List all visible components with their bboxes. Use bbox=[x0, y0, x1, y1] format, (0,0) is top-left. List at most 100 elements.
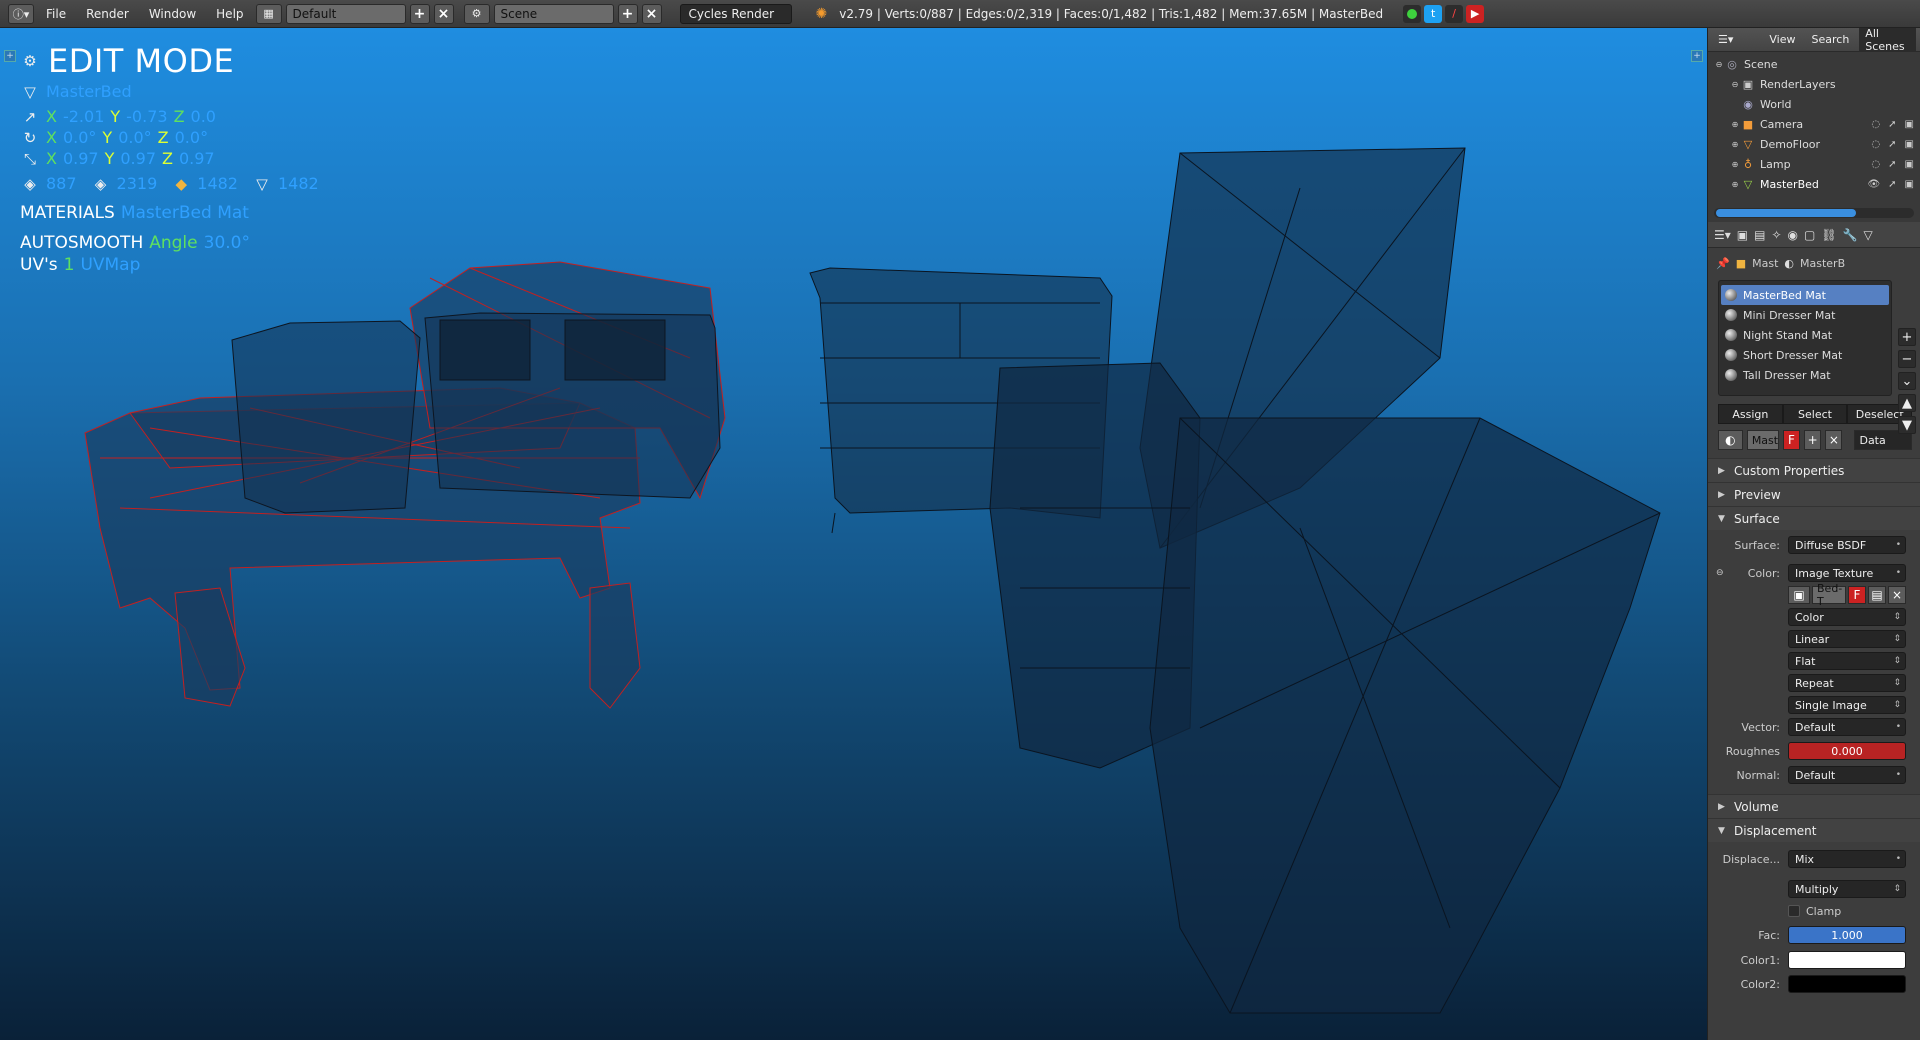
list-item[interactable]: Night Stand Mat bbox=[1721, 325, 1889, 345]
scene-selector-icon[interactable]: ⚙ bbox=[463, 3, 490, 24]
add-layout-icon[interactable]: + bbox=[409, 3, 430, 24]
outliner-scrollbar[interactable] bbox=[1714, 208, 1914, 218]
vector-select[interactable]: Default • bbox=[1788, 718, 1906, 736]
outliner-item-masterbed[interactable]: ⊕ ▽ MasterBed 👁 ➚ ▣ bbox=[1708, 174, 1920, 194]
modifiers-tab-icon[interactable]: 🔧 bbox=[1843, 228, 1858, 242]
custom-properties-panel[interactable]: ▶ Custom Properties bbox=[1708, 458, 1920, 482]
colorspace-select[interactable]: Color ⇕ bbox=[1788, 608, 1906, 626]
visibility-icon[interactable]: 👁 bbox=[1867, 179, 1880, 190]
object-tab-icon[interactable]: ▢ bbox=[1804, 228, 1815, 242]
menu-file[interactable]: File bbox=[38, 7, 74, 21]
select-icon[interactable]: ➚ bbox=[1888, 139, 1896, 150]
outliner-search-menu[interactable]: Search bbox=[1806, 33, 1856, 46]
move-down-icon[interactable]: ▼ bbox=[1898, 416, 1916, 434]
remove-scene-icon[interactable]: × bbox=[641, 3, 662, 24]
lamp-icon: ♁ bbox=[1743, 157, 1753, 171]
remove-slot-icon[interactable]: − bbox=[1898, 350, 1916, 368]
move-up-icon[interactable]: ▲ bbox=[1898, 394, 1916, 412]
select-button[interactable]: Select bbox=[1782, 404, 1848, 424]
material-slot-list[interactable]: MasterBed Mat Mini Dresser Mat Night Sta… bbox=[1718, 280, 1892, 396]
unlink-material-icon[interactable]: × bbox=[1825, 430, 1843, 450]
scene-tab-icon[interactable]: ✧ bbox=[1771, 228, 1781, 242]
image-fake-user-toggle[interactable]: F bbox=[1848, 586, 1866, 604]
color2-swatch[interactable] bbox=[1788, 975, 1906, 993]
surface-panel[interactable]: ▼ Surface bbox=[1708, 506, 1920, 530]
layout-icon[interactable]: ▦ bbox=[255, 3, 282, 24]
list-item[interactable]: Tall Dresser Mat bbox=[1721, 365, 1889, 385]
render-engine-select[interactable]: Cycles Render bbox=[679, 3, 792, 24]
select-icon[interactable]: ➚ bbox=[1888, 119, 1896, 130]
fake-user-toggle[interactable]: F bbox=[1782, 430, 1801, 450]
viewport-corner-widget[interactable]: + bbox=[4, 50, 16, 62]
extension-select[interactable]: Repeat ⇕ bbox=[1788, 674, 1906, 692]
outliner-item-demofloor[interactable]: ⊕ ▽ DemoFloor ◌ ➚ ▣ bbox=[1708, 134, 1920, 154]
editor-type-icon[interactable]: ⓘ▾ bbox=[8, 3, 34, 24]
render-icon[interactable]: ▣ bbox=[1905, 139, 1914, 150]
material-name-field[interactable]: Mast bbox=[1746, 430, 1779, 450]
surface-shader-select[interactable]: Diffuse BSDF • bbox=[1788, 536, 1906, 554]
outliner-editor-icon[interactable]: ☰▾ bbox=[1712, 33, 1739, 46]
displacement-panel[interactable]: ▼ Displacement bbox=[1708, 818, 1920, 842]
projection-select[interactable]: Flat ⇕ bbox=[1788, 652, 1906, 670]
render-icon[interactable]: ▣ bbox=[1905, 179, 1914, 190]
unlink-image-icon[interactable]: × bbox=[1888, 586, 1906, 604]
outliner-item-scene[interactable]: ⊖ ◎ Scene bbox=[1708, 54, 1920, 74]
outliner-item-world[interactable]: ◉ World bbox=[1708, 94, 1920, 114]
layout-field[interactable]: Default bbox=[285, 3, 406, 24]
browse-material-icon[interactable]: ◐ bbox=[1718, 430, 1743, 450]
pen-icon[interactable]: / bbox=[1445, 4, 1464, 23]
add-slot-icon[interactable]: + bbox=[1898, 328, 1916, 346]
list-item[interactable]: MasterBed Mat bbox=[1721, 285, 1889, 305]
image-name-field[interactable]: Bed-T bbox=[1812, 582, 1846, 608]
source-select[interactable]: Single Image ⇕ bbox=[1788, 696, 1906, 714]
menu-render[interactable]: Render bbox=[78, 7, 137, 21]
preview-panel[interactable]: ▶ Preview bbox=[1708, 482, 1920, 506]
select-icon[interactable]: ➚ bbox=[1888, 159, 1896, 170]
normal-select[interactable]: Default • bbox=[1788, 766, 1906, 784]
fac-slider[interactable]: 1.000 bbox=[1788, 926, 1906, 944]
displacement-select[interactable]: Mix • bbox=[1788, 850, 1906, 868]
pin-icon[interactable]: 📌 bbox=[1716, 257, 1730, 270]
socket-expand-icon[interactable]: ⊖ bbox=[1716, 568, 1724, 578]
interpolation-select[interactable]: Linear ⇕ bbox=[1788, 630, 1906, 648]
outliner-item-lamp[interactable]: ⊕ ♁ Lamp ◌ ➚ ▣ bbox=[1708, 154, 1920, 174]
assign-button[interactable]: Assign bbox=[1718, 404, 1783, 424]
clamp-checkbox[interactable] bbox=[1788, 905, 1800, 917]
3d-viewport[interactable]: + + ⚙ EDIT MODE ▽ MasterBed ↗ X -2.01 Y -0… bbox=[0, 28, 1707, 1040]
remove-layout-icon[interactable]: × bbox=[433, 3, 454, 24]
youtube-icon[interactable]: ▶ bbox=[1466, 4, 1485, 23]
properties-editor-icon[interactable]: ☰▾ bbox=[1714, 228, 1731, 242]
browse-image-icon[interactable]: ▣ bbox=[1788, 586, 1810, 604]
roughness-slider[interactable]: 0.000 bbox=[1788, 742, 1906, 760]
list-item[interactable]: Mini Dresser Mat bbox=[1721, 305, 1889, 325]
blend-type-select[interactable]: Multiply ⇕ bbox=[1788, 880, 1906, 898]
menu-window[interactable]: Window bbox=[141, 7, 204, 21]
add-scene-icon[interactable]: + bbox=[617, 3, 638, 24]
color1-swatch[interactable] bbox=[1788, 951, 1906, 969]
constraints-tab-icon[interactable]: ⛓ bbox=[1821, 228, 1836, 242]
render-tab-icon[interactable]: ▣ bbox=[1737, 228, 1748, 242]
new-material-icon[interactable]: + bbox=[1804, 430, 1822, 450]
scene-field[interactable]: Scene bbox=[493, 3, 614, 24]
visibility-icon[interactable]: ◌ bbox=[1871, 119, 1880, 130]
select-icon[interactable]: ➚ bbox=[1888, 179, 1896, 190]
data-tab-icon[interactable]: ▽ bbox=[1864, 228, 1873, 242]
visibility-icon[interactable]: ◌ bbox=[1871, 139, 1880, 150]
menu-help[interactable]: Help bbox=[208, 7, 251, 21]
viewport-corner-widget-right[interactable]: + bbox=[1691, 50, 1703, 62]
render-icon[interactable]: ▣ bbox=[1905, 159, 1914, 170]
color-input-select[interactable]: Image Texture • bbox=[1788, 564, 1906, 582]
twitter-icon[interactable]: t bbox=[1424, 4, 1443, 23]
render-icon[interactable]: ▣ bbox=[1905, 119, 1914, 130]
volume-panel[interactable]: ▶ Volume bbox=[1708, 794, 1920, 818]
open-image-icon[interactable]: ▤ bbox=[1868, 586, 1886, 604]
visibility-icon[interactable]: ◌ bbox=[1871, 159, 1880, 170]
outliner-view-menu[interactable]: View bbox=[1763, 33, 1801, 46]
outliner-item-renderlayers[interactable]: ⊖ ▣ RenderLayers bbox=[1708, 74, 1920, 94]
outliner-item-camera[interactable]: ⊕ ■ Camera ◌ ➚ ▣ bbox=[1708, 114, 1920, 134]
world-tab-icon[interactable]: ◉ bbox=[1788, 228, 1798, 242]
layers-tab-icon[interactable]: ▤ bbox=[1754, 228, 1765, 242]
faces-icon: ◆ bbox=[175, 174, 188, 193]
slot-specials-icon[interactable]: ⌄ bbox=[1898, 372, 1916, 390]
list-item[interactable]: Short Dresser Mat bbox=[1721, 345, 1889, 365]
